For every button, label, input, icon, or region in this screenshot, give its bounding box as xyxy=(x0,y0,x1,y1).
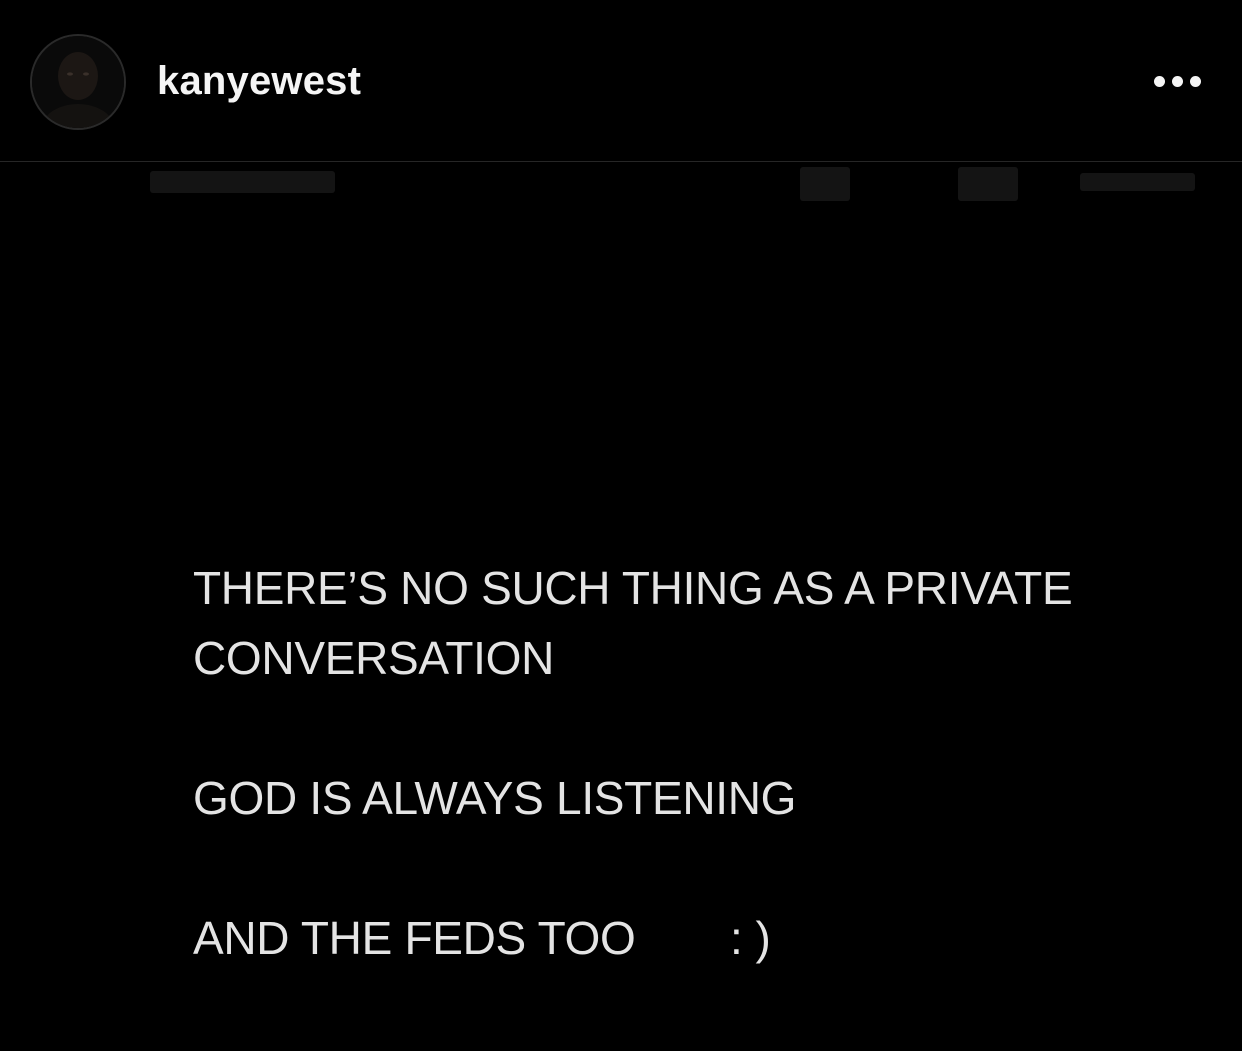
username-link[interactable]: kanyewest xyxy=(157,56,361,106)
quote-line-3: GOD IS ALWAYS LISTENING xyxy=(193,772,797,824)
avatar-image xyxy=(32,36,124,128)
avatar[interactable] xyxy=(30,34,126,130)
quote-line-1: THERE’S NO SUCH THING AS A PRIVATE xyxy=(193,562,1073,614)
post-image: THERE’S NO SUCH THING AS A PRIVATE CONVE… xyxy=(0,163,1242,1051)
faded-screenshot-top xyxy=(0,163,1242,209)
dot xyxy=(1154,76,1165,87)
dot xyxy=(1190,76,1201,87)
quote-line-4: AND THE FEDS TOO xyxy=(193,912,636,964)
dot xyxy=(1172,76,1183,87)
smiley-text: : ) xyxy=(730,912,771,964)
instagram-post-view: kanyewest THERE’S NO SUCH THING AS A PRI… xyxy=(0,0,1242,1051)
more-options-icon[interactable] xyxy=(1148,62,1208,102)
quote-line-2: CONVERSATION xyxy=(193,632,555,684)
post-header: kanyewest xyxy=(0,0,1242,162)
